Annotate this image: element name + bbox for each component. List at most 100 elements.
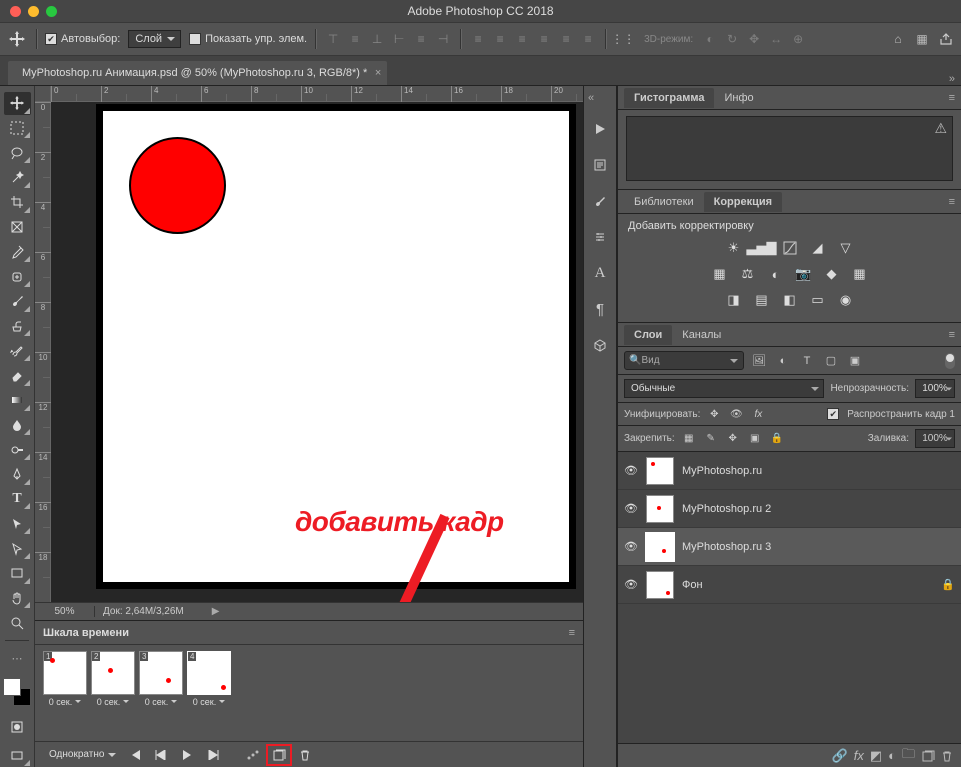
tab-histogram[interactable]: Гистограмма	[624, 88, 714, 108]
align-hcenter-icon[interactable]: ≡	[412, 30, 430, 48]
status-menu-icon[interactable]: ▶	[212, 606, 220, 617]
paragraph-panel-icon[interactable]: ¶	[589, 298, 611, 320]
selective-color-icon[interactable]: ◉	[836, 290, 856, 310]
visibility-icon[interactable]: 👁	[624, 464, 638, 477]
zoom-field[interactable]: 50%	[35, 606, 95, 617]
opacity-field[interactable]: 100%	[915, 379, 955, 398]
tab-layers[interactable]: Слои	[624, 325, 672, 345]
lock-all-icon[interactable]: 🔒	[769, 431, 785, 447]
distribute-top-icon[interactable]: ≡	[469, 30, 487, 48]
pen-tool[interactable]	[4, 463, 31, 486]
tab-adjustments[interactable]: Коррекция	[704, 192, 782, 212]
move-tool[interactable]	[4, 92, 31, 115]
layer-thumbnail[interactable]	[646, 495, 674, 523]
delete-layer-icon[interactable]	[941, 750, 953, 762]
timeline-frame[interactable]: 10 сек.	[43, 651, 87, 707]
foreground-color[interactable]	[3, 678, 21, 696]
3d-pan-icon[interactable]: ✥	[745, 30, 763, 48]
frame-delay-dropdown[interactable]: 0 сек.	[91, 695, 135, 707]
panel-menu-icon[interactable]: ≡	[949, 329, 955, 341]
rectangle-tool[interactable]	[4, 562, 31, 585]
layer-mask-icon[interactable]: ◩	[870, 748, 882, 764]
curves-icon[interactable]	[780, 238, 800, 258]
screen-mode-icon[interactable]	[4, 744, 31, 767]
distribute-bottom-icon[interactable]: ≡	[513, 30, 531, 48]
timeline-frame[interactable]: 40 сек.	[187, 651, 231, 707]
tab-libraries[interactable]: Библиотеки	[624, 192, 704, 212]
blur-tool[interactable]	[4, 414, 31, 437]
3d-zoom-icon[interactable]: ⊕	[789, 30, 807, 48]
hue-sat-icon[interactable]: ▦	[710, 264, 730, 284]
tab-channels[interactable]: Каналы	[672, 325, 731, 345]
auto-select-target-dropdown[interactable]: Слой	[128, 30, 181, 48]
visibility-icon[interactable]: 👁	[624, 502, 638, 515]
posterize-icon[interactable]: ▤	[752, 290, 772, 310]
first-frame-icon[interactable]	[124, 746, 146, 764]
photo-filter-icon[interactable]: 📷	[794, 264, 814, 284]
close-window[interactable]	[10, 6, 21, 17]
layout-icon[interactable]: ▦	[913, 30, 931, 48]
eyedropper-tool[interactable]	[4, 240, 31, 263]
frame-delay-dropdown[interactable]: 0 сек.	[187, 695, 231, 707]
link-layers-icon[interactable]: 🔗	[832, 748, 848, 764]
more-options-icon[interactable]: ⋮⋮	[614, 30, 632, 48]
lock-artboard-icon[interactable]: ▣	[747, 431, 763, 447]
clone-stamp-tool[interactable]	[4, 315, 31, 338]
distribute-vcenter-icon[interactable]: ≡	[491, 30, 509, 48]
filter-image-icon[interactable]: 🖼	[750, 353, 768, 369]
blend-mode-dropdown[interactable]: Обычные	[624, 379, 824, 398]
black-white-icon[interactable]: ◐	[766, 264, 786, 284]
frame-delay-dropdown[interactable]: 0 сек.	[139, 695, 183, 707]
histogram-display[interactable]	[626, 116, 953, 181]
tab-info[interactable]: Инфо	[714, 88, 763, 108]
new-layer-icon[interactable]	[921, 750, 935, 762]
levels-icon[interactable]: ▃▅▇	[752, 238, 772, 258]
eraser-tool[interactable]	[4, 364, 31, 387]
character-panel-icon[interactable]: A	[589, 262, 611, 284]
document-canvas[interactable]: добавить кадр	[103, 111, 569, 582]
lock-pixels-icon[interactable]: ✎	[703, 431, 719, 447]
layer-lock-icon[interactable]: 🔒	[941, 578, 955, 591]
lasso-tool[interactable]	[4, 141, 31, 164]
fill-field[interactable]: 100%	[915, 429, 955, 448]
visibility-icon[interactable]: 👁	[624, 540, 638, 553]
lock-transparency-icon[interactable]: ▦	[681, 431, 697, 447]
align-bottom-icon[interactable]: ⊥	[368, 30, 386, 48]
layer-name[interactable]: MyPhotoshop.ru 2	[682, 503, 771, 515]
align-right-icon[interactable]: ⊣	[434, 30, 452, 48]
history-brush-tool[interactable]	[4, 339, 31, 362]
quick-mask-icon[interactable]	[4, 716, 31, 739]
filter-adjust-icon[interactable]: ◐	[774, 353, 792, 369]
rect-marquee-tool[interactable]	[4, 117, 31, 140]
ruler-corner[interactable]	[35, 86, 51, 102]
healing-brush-tool[interactable]	[4, 265, 31, 288]
share-icon[interactable]	[937, 30, 955, 48]
document-tab[interactable]: MyPhotoshop.ru Анимация.psd @ 50% (MyPho…	[8, 61, 387, 85]
unify-visibility-icon[interactable]: 👁	[728, 406, 744, 422]
layer-filter-kind-dropdown[interactable]: 🔍 Вид	[624, 351, 744, 370]
align-left-icon[interactable]: ⊢	[390, 30, 408, 48]
tab-overflow-icon[interactable]: »	[949, 73, 955, 85]
threshold-icon[interactable]: ◧	[780, 290, 800, 310]
minimize-window[interactable]	[28, 6, 39, 17]
brushes-panel-icon[interactable]	[589, 190, 611, 212]
filter-smart-icon[interactable]: ▣	[846, 353, 864, 369]
filter-toggle[interactable]	[945, 353, 955, 369]
lock-position-icon[interactable]: ✥	[725, 431, 741, 447]
exposure-icon[interactable]: ◢	[808, 238, 828, 258]
layer-style-icon[interactable]: fx	[854, 748, 864, 763]
color-swatches[interactable]	[3, 678, 31, 706]
layer-name[interactable]: MyPhotoshop.ru 3	[682, 541, 771, 553]
close-tab-icon[interactable]: ×	[375, 67, 381, 79]
prev-frame-icon[interactable]	[150, 746, 172, 764]
panel-menu-icon[interactable]: ≡	[949, 92, 955, 104]
properties-panel-icon[interactable]	[589, 154, 611, 176]
layer-row[interactable]: 👁 MyPhotoshop.ru 2	[618, 490, 961, 528]
3d-slide-icon[interactable]: ↔	[767, 30, 785, 48]
gradient-tool[interactable]	[4, 389, 31, 412]
strip-expand-icon[interactable]: «	[584, 92, 594, 104]
play-panel-icon[interactable]	[589, 118, 611, 140]
auto-select-checkbox[interactable]: Автовыбор:	[45, 33, 120, 45]
next-frame-icon[interactable]	[202, 746, 224, 764]
color-balance-icon[interactable]: ⚖	[738, 264, 758, 284]
